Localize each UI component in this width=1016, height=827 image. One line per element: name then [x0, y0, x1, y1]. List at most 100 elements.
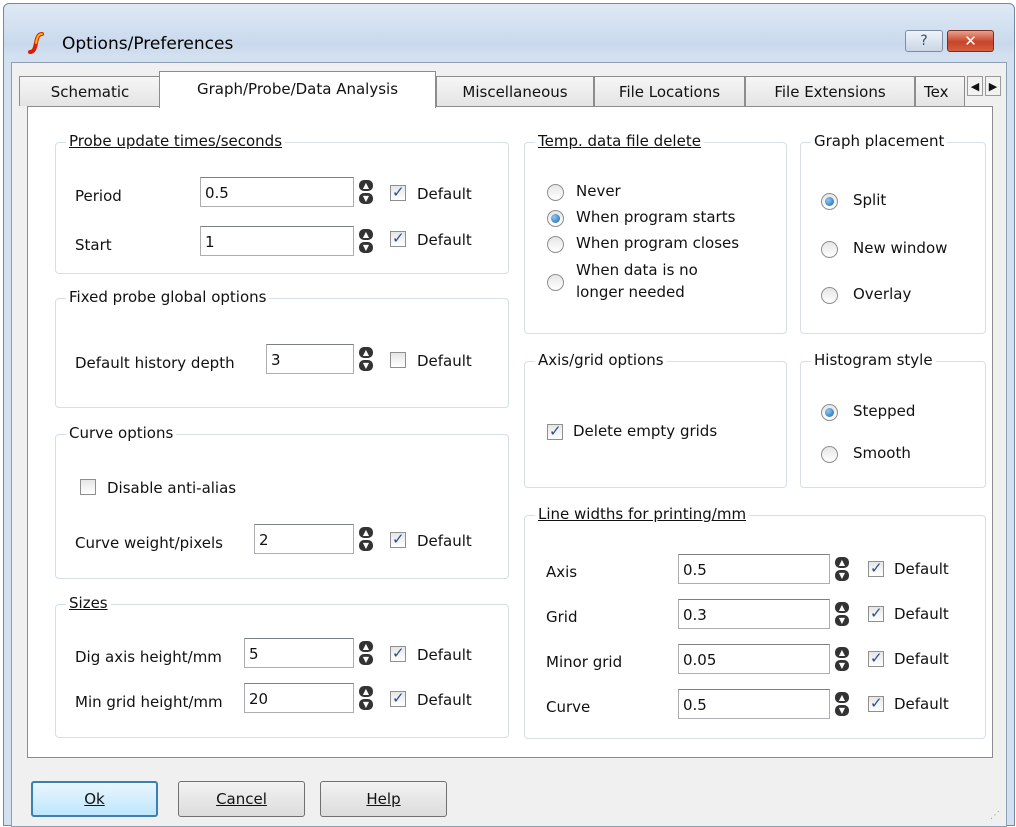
- period-spinner-icon[interactable]: ▲ ▼: [359, 179, 373, 205]
- placement-overlay-radio[interactable]: [821, 287, 838, 304]
- history-depth-input[interactable]: 3: [266, 344, 354, 374]
- delete-empty-grids-label: Delete empty grids: [573, 422, 718, 440]
- lw-axis-label: Axis: [546, 563, 578, 581]
- curve-weight-label: Curve weight/pixels: [75, 534, 223, 552]
- start-default-checkbox[interactable]: ✓: [390, 229, 406, 247]
- tab-scroll-left-icon[interactable]: ◀: [967, 76, 983, 96]
- dig-axis-label: Dig axis height/mm: [75, 648, 222, 666]
- histogram-stepped-radio[interactable]: [821, 404, 838, 421]
- history-depth-label: Default history depth: [75, 354, 235, 372]
- temp-no-longer-needed-radio[interactable]: [547, 274, 564, 291]
- temp-program-closes-label: When program closes: [576, 234, 740, 252]
- min-grid-label: Min grid height/mm: [75, 693, 223, 711]
- histogram-smooth-label: Smooth: [853, 444, 911, 462]
- period-default-label: Default: [417, 185, 472, 203]
- history-depth-spinner-icon[interactable]: ▲ ▼: [359, 346, 373, 372]
- lw-minor-grid-default-checkbox[interactable]: ✓: [868, 649, 884, 667]
- curve-options-title: Curve options: [66, 424, 177, 442]
- lw-axis-default-checkbox[interactable]: ✓: [868, 559, 884, 577]
- close-icon[interactable]: ✕: [947, 30, 994, 52]
- temp-program-closes-radio[interactable]: [547, 236, 564, 253]
- period-default-checkbox[interactable]: ✓: [390, 183, 406, 201]
- lw-axis-default-label: Default: [894, 560, 949, 578]
- lw-curve-default-label: Default: [894, 695, 949, 713]
- curve-weight-input[interactable]: 2: [254, 524, 354, 554]
- placement-new-window-label: New window: [853, 239, 948, 257]
- curve-options-group: Curve options Disable anti-alias Curve w…: [55, 424, 509, 579]
- curve-weight-default-checkbox[interactable]: ✓: [390, 530, 406, 548]
- min-grid-default-label: Default: [417, 691, 472, 709]
- delete-empty-grids-checkbox[interactable]: ✓: [547, 422, 563, 440]
- curve-weight-spinner-icon[interactable]: ▲ ▼: [359, 526, 373, 552]
- tab-schematic[interactable]: Schematic: [19, 76, 161, 106]
- temp-never-label: Never: [576, 182, 621, 200]
- lw-grid-default-checkbox[interactable]: ✓: [868, 604, 884, 622]
- temp-program-starts-label: When program starts: [576, 208, 736, 226]
- temp-never-radio[interactable]: [547, 184, 564, 201]
- help-icon[interactable]: ?: [905, 30, 943, 52]
- histogram-stepped-label: Stepped: [853, 402, 916, 420]
- ok-button[interactable]: Ok: [31, 781, 158, 817]
- lw-minor-grid-label: Minor grid: [546, 653, 623, 671]
- lw-curve-default-checkbox[interactable]: ✓: [868, 694, 884, 712]
- dig-axis-input[interactable]: 5: [244, 638, 354, 668]
- histogram-smooth-radio[interactable]: [821, 446, 838, 463]
- period-label: Period: [75, 187, 122, 205]
- tab-scroll-right-icon[interactable]: ▶: [985, 76, 1001, 96]
- tab-file-extensions[interactable]: File Extensions: [745, 76, 915, 106]
- dialog-client: Schematic Graph/Probe/Data Analysis Misc…: [11, 62, 1007, 827]
- start-default-label: Default: [417, 231, 472, 249]
- period-input[interactable]: 0.5: [200, 177, 354, 207]
- probe-update-group: Probe update times/seconds Period 0.5 ▲ ▼…: [55, 132, 509, 274]
- temp-no-longer-needed-label-2: longer needed: [576, 283, 685, 301]
- group-title: Line widths for printing/mm: [535, 505, 750, 523]
- dig-axis-spinner-icon[interactable]: ▲ ▼: [359, 640, 373, 666]
- ok-button-label: Ok: [84, 790, 105, 808]
- lw-grid-default-label: Default: [894, 605, 949, 623]
- options-dialog: Options/Preferences ? ✕ Schematic Graph/…: [3, 3, 1015, 827]
- min-grid-input[interactable]: 20: [244, 683, 354, 713]
- min-grid-spinner-icon[interactable]: ▲ ▼: [359, 685, 373, 711]
- tab-file-locations[interactable]: File Locations: [594, 76, 745, 106]
- start-spinner-icon[interactable]: ▲ ▼: [359, 228, 373, 254]
- fixed-probe-group: Fixed probe global options Default histo…: [55, 288, 509, 408]
- sizes-group: Sizes Dig axis height/mm 5 ▲ ▼ ✓ Default …: [55, 594, 509, 738]
- tab-graph-probe-data-analysis[interactable]: Graph/Probe/Data Analysis: [159, 71, 436, 108]
- lw-curve-input[interactable]: 0.5: [678, 689, 830, 719]
- lw-minor-grid-input[interactable]: 0.05: [678, 644, 830, 674]
- placement-split-label: Split: [853, 191, 887, 209]
- lw-curve-spinner-icon[interactable]: ▲ ▼: [835, 691, 849, 717]
- placement-split-radio[interactable]: [821, 193, 838, 210]
- cancel-button[interactable]: Cancel: [178, 781, 305, 817]
- dig-axis-default-label: Default: [417, 646, 472, 664]
- help-button[interactable]: Help: [320, 781, 447, 817]
- tab-panel: Probe update times/seconds Period 0.5 ▲ ▼…: [27, 106, 993, 758]
- lw-grid-input[interactable]: 0.3: [678, 599, 830, 629]
- probe-update-title: Probe update times/seconds: [69, 132, 283, 150]
- temp-program-starts-radio[interactable]: [547, 210, 564, 227]
- placement-new-window-radio[interactable]: [821, 241, 838, 258]
- start-input[interactable]: 1: [200, 226, 354, 256]
- resize-grip-icon[interactable]: ⋰: [990, 810, 1002, 822]
- group-title: Probe update times/seconds: [66, 132, 286, 150]
- line-widths-title: Line widths for printing/mm: [538, 505, 747, 523]
- simetrix-logo-icon: [28, 32, 44, 54]
- disable-antialias-checkbox[interactable]: [80, 479, 96, 495]
- dig-axis-default-checkbox[interactable]: ✓: [390, 644, 406, 662]
- temp-no-longer-needed-label-1: When data is no: [576, 261, 698, 279]
- line-widths-group: Line widths for printing/mm Axis 0.5 ▲ ▼ …: [524, 505, 986, 739]
- lw-minor-grid-spinner-icon[interactable]: ▲ ▼: [835, 646, 849, 672]
- lw-axis-spinner-icon[interactable]: ▲ ▼: [835, 556, 849, 582]
- disable-antialias-label: Disable anti-alias: [107, 479, 237, 497]
- min-grid-default-checkbox[interactable]: ✓: [390, 689, 406, 707]
- lw-grid-spinner-icon[interactable]: ▲ ▼: [835, 601, 849, 627]
- temp-delete-title: Temp. data file delete: [538, 132, 701, 150]
- history-default-checkbox[interactable]: [390, 352, 406, 368]
- tab-miscellaneous[interactable]: Miscellaneous: [436, 76, 594, 106]
- tab-text[interactable]: Tex: [915, 76, 965, 106]
- graph-placement-group: Graph placement Split New window Overlay: [800, 132, 986, 334]
- sizes-title: Sizes: [69, 594, 108, 612]
- lw-axis-input[interactable]: 0.5: [678, 554, 830, 584]
- title-bar: Options/Preferences ? ✕: [4, 4, 1014, 62]
- lw-minor-grid-default-label: Default: [894, 650, 949, 668]
